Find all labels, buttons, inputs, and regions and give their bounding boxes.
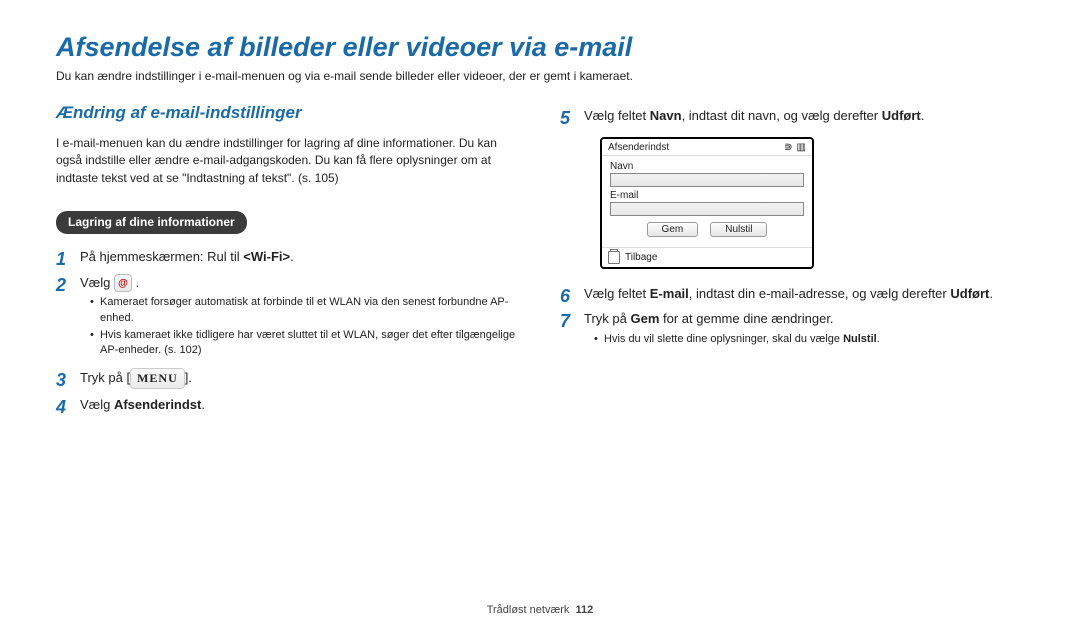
device-reset-button[interactable]: Nulstil — [710, 222, 767, 237]
step-3: Tryk på [MENU]. — [56, 365, 520, 392]
step-2-bullet: Kameraet forsøger automatisk at forbinde… — [90, 294, 520, 327]
step-1: På hjemmeskærmen: Rul til <Wi-Fi>. — [56, 244, 520, 270]
device-title: Afsenderindst — [608, 142, 669, 153]
intro-text: Du kan ændre indstillinger i e-mail-menu… — [56, 69, 1024, 83]
wifi-icon: ⋑ — [784, 142, 792, 153]
step-6: Vælg feltet E-mail, indtast din e-mail-a… — [560, 281, 1024, 307]
step-7-bullet: Hvis du vil slette dine oplysninger, ska… — [594, 331, 1024, 348]
device-back-label: Tilbage — [625, 252, 657, 263]
step-2: Vælg @ . Kameraet forsøger automatisk at… — [56, 270, 520, 365]
device-email-field[interactable] — [610, 202, 804, 216]
step-2-bullet: Hvis kameraet ikke tidligere har været s… — [90, 327, 520, 360]
menu-button-icon: MENU — [130, 368, 185, 389]
step-4: Vælg Afsenderindst. — [56, 392, 520, 418]
section-subhead: Ændring af e-mail-indstillinger — [56, 103, 520, 123]
device-screenshot: Afsenderindst ⋑ ▥ Navn E-mail Gem Nulsti… — [600, 137, 814, 269]
step-5: Vælg feltet Navn, indtast dit navn, og v… — [560, 103, 1024, 129]
email-app-icon: @ — [114, 274, 132, 292]
step-7: Tryk på Gem for at gemme dine ændringer.… — [560, 306, 1024, 353]
device-label-email: E-mail — [610, 190, 804, 201]
device-name-field[interactable] — [610, 173, 804, 187]
device-label-name: Navn — [610, 161, 804, 172]
section-body: I e-mail-menuen kan du ændre indstilling… — [56, 135, 520, 187]
battery-icon: ▥ — [797, 142, 806, 153]
page-title: Afsendelse af billeder eller videoer via… — [56, 32, 1024, 63]
page-footer: Trådløst netværk 112 — [0, 604, 1080, 616]
device-save-button[interactable]: Gem — [647, 222, 699, 237]
subheader-pill: Lagring af dine informationer — [56, 211, 247, 234]
trash-icon — [608, 251, 620, 264]
